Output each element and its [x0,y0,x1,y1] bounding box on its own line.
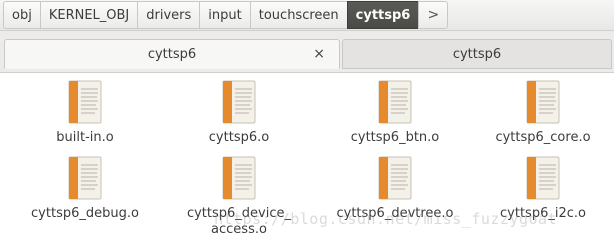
text-file-icon [378,156,412,200]
file-item[interactable]: cyttsp6.o [164,80,314,146]
file-name: cyttsp6_btn.o [350,130,440,145]
close-icon[interactable]: × [313,46,325,62]
file-name: cyttsp6_debug.o [31,206,139,221]
breadcrumb-drivers[interactable]: drivers [137,1,201,29]
breadcrumb-next-button[interactable]: > [418,1,449,29]
breadcrumb-obj[interactable]: obj [3,1,41,29]
file-name: cyttsp6.o [208,130,270,145]
breadcrumb-touchscreen[interactable]: touchscreen [249,1,348,29]
breadcrumb-cyttsp6-current[interactable]: cyttsp6 [346,1,420,29]
file-item[interactable]: built-in.o [10,80,160,146]
path-bar: obj KERNEL_OBJ drivers input touchscreen… [0,0,614,31]
tab-label: cyttsp6 [452,46,502,62]
file-name: cyttsp6_core.o [495,130,591,145]
chevron-right-icon: > [427,7,440,23]
tab-label: cyttsp6 [147,46,197,62]
text-file-icon [222,80,256,124]
text-file-icon [526,156,560,200]
text-file-icon [526,80,560,124]
text-file-icon [68,80,102,124]
text-file-icon [378,80,412,124]
watermark: https://blog.csdn.net/miss_fuzzygoat [214,210,558,228]
tab-cyttsp6-active[interactable]: cyttsp6 × [4,39,340,69]
tab-cyttsp6-second[interactable]: cyttsp6 [342,39,612,69]
file-item[interactable]: cyttsp6_core.o [468,80,614,146]
breadcrumb: obj KERNEL_OBJ drivers input touchscreen… [3,1,449,29]
breadcrumb-kernel-obj[interactable]: KERNEL_OBJ [39,1,139,29]
breadcrumb-input[interactable]: input [199,1,251,29]
file-item[interactable]: cyttsp6_debug.o [10,156,160,222]
tab-bar: cyttsp6 × cyttsp6 [0,31,614,73]
text-file-icon [68,156,102,200]
file-item[interactable]: cyttsp6_btn.o [320,80,470,146]
text-file-icon [222,156,256,200]
file-grid: built-in.o cyttsp6.o cyttsp6_btn.o cytts… [0,74,614,240]
file-name: built-in.o [56,130,114,145]
